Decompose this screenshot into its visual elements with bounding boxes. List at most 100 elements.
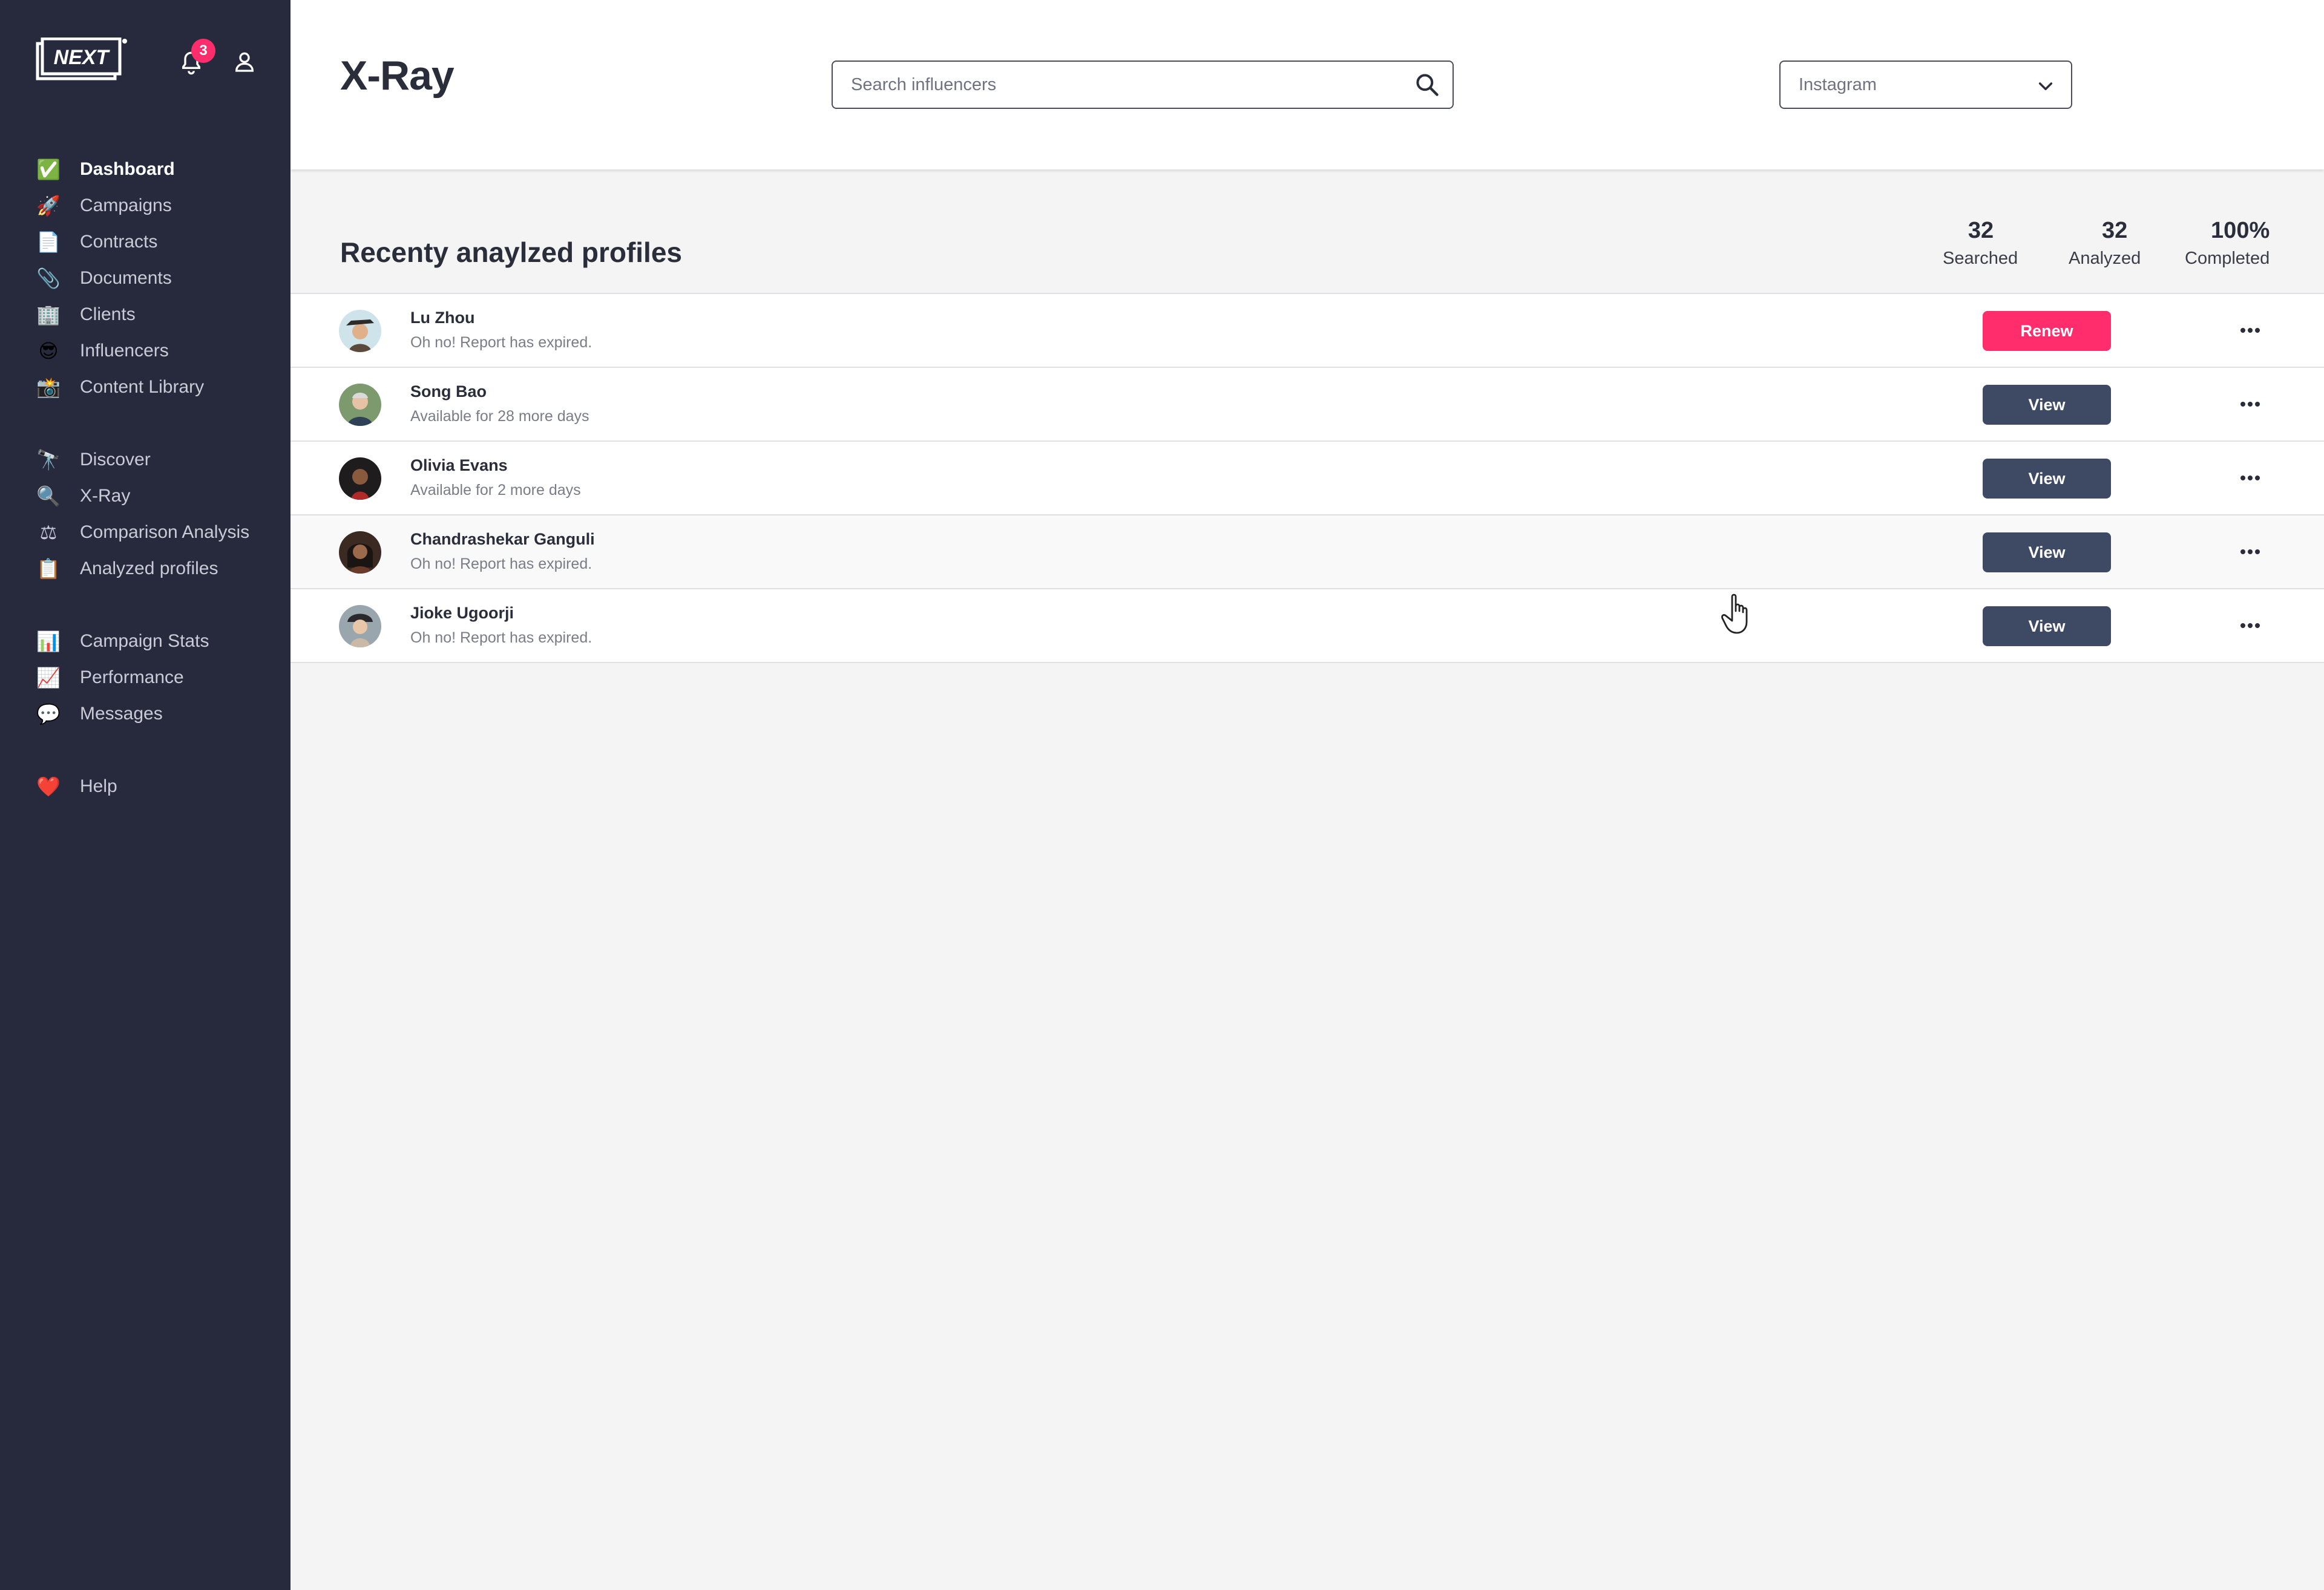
stat-completed: 100% Completed	[2185, 218, 2270, 269]
speech-bubble-icon: 💬	[36, 703, 61, 725]
stat-searched: 32 Searched	[1943, 218, 2018, 269]
magnifier-icon: 🔍	[36, 485, 61, 507]
profile-name: Olivia Evans	[410, 456, 508, 474]
user-icon[interactable]	[232, 50, 257, 74]
check-box-icon: ✅	[36, 159, 61, 180]
sidebar-item-documents[interactable]: 📎 Documents	[36, 260, 172, 296]
stat-label: Analyzed	[2069, 249, 2141, 268]
sidebar-item-dashboard[interactable]: ✅ Dashboard	[36, 151, 175, 188]
section-title: Recenty anaylzed profiles	[340, 237, 682, 268]
more-options-icon[interactable]	[2236, 616, 2265, 635]
view-button[interactable]: View	[1983, 459, 2111, 499]
sidebar-item-label: Analyzed profiles	[80, 558, 218, 578]
table-row[interactable]: Chandrashekar Ganguli Oh no! Report has …	[290, 515, 2324, 589]
trend-chart-icon: 📈	[36, 667, 61, 689]
sidebar-item-x-ray[interactable]: 🔍 X-Ray	[36, 478, 130, 514]
profile-status: Available for 2 more days	[410, 482, 581, 499]
sidebar-item-label: Clients	[80, 304, 136, 324]
sidebar-item-campaigns[interactable]: 🚀 Campaigns	[36, 188, 172, 224]
sidebar-item-label: Messages	[80, 704, 163, 724]
renew-button[interactable]: Renew	[1983, 311, 2111, 351]
sidebar-item-label: Performance	[80, 667, 184, 687]
avatar[interactable]	[339, 531, 381, 574]
telescope-icon: 🔭	[36, 449, 61, 471]
building-icon: 🏢	[36, 304, 61, 326]
logo-text: NEXT	[54, 46, 111, 69]
page-title: X-Ray	[340, 53, 455, 99]
table-row[interactable]: Olivia Evans Available for 2 more days V…	[290, 442, 2324, 515]
search-input[interactable]	[833, 62, 1377, 108]
sidebar-item-campaign-stats[interactable]: 📊 Campaign Stats	[36, 623, 209, 659]
sidebar-item-label: Campaign Stats	[80, 631, 209, 651]
more-options-icon[interactable]	[2236, 394, 2265, 414]
sidebar-item-label: Influencers	[80, 341, 169, 361]
stat-label: Completed	[2185, 249, 2270, 268]
avatar[interactable]	[339, 310, 381, 352]
profile-name: Lu Zhou	[410, 309, 475, 327]
clipboard-icon: 📋	[36, 558, 61, 580]
heart-icon: ❤️	[36, 776, 61, 797]
rocket-icon: 🚀	[36, 195, 61, 217]
sidebar-item-performance[interactable]: 📈 Performance	[36, 659, 184, 696]
profiles-table: Lu Zhou Oh no! Report has expired. Renew…	[290, 293, 2324, 663]
profile-status: Oh no! Report has expired.	[410, 334, 592, 351]
sidebar-item-label: Content Library	[80, 377, 205, 397]
sidebar-item-clients[interactable]: 🏢 Clients	[36, 296, 136, 333]
more-options-icon[interactable]	[2236, 468, 2265, 488]
platform-select[interactable]: Instagram	[1779, 61, 2072, 109]
sidebar-item-label: Contracts	[80, 232, 158, 252]
sidebar-item-analyzed-profiles[interactable]: 📋 Analyzed profiles	[36, 551, 218, 587]
profile-name: Chandrashekar Ganguli	[410, 530, 595, 548]
sidebar-item-label: X-Ray	[80, 486, 131, 506]
avatar[interactable]	[339, 384, 381, 426]
view-button[interactable]: View	[1983, 532, 2111, 572]
profile-name: Jioke Ugoorji	[410, 604, 514, 622]
stat-value: 32	[1968, 218, 1994, 243]
scales-icon: ⚖	[39, 522, 57, 543]
sidebar-item-discover[interactable]: 🔭 Discover	[36, 442, 151, 478]
sidebar-item-label: Discover	[80, 450, 151, 469]
top-header: X-Ray Instagram	[290, 0, 2324, 169]
sidebar-item-contracts[interactable]: 📄 Contracts	[36, 224, 157, 260]
sidebar: NEXT 3 ✅ Dashboard 🚀 Campaigns 📄 Contrac…	[0, 0, 290, 1590]
sidebar-item-label: Dashboard	[80, 159, 175, 179]
sidebar-item-content-library[interactable]: 📸 Content Library	[36, 369, 204, 405]
sidebar-item-label: Campaigns	[80, 195, 172, 215]
avatar[interactable]	[339, 605, 381, 647]
search-box[interactable]	[832, 61, 1454, 109]
sidebar-item-messages[interactable]: 💬 Messages	[36, 696, 163, 732]
view-button[interactable]: View	[1983, 385, 2111, 425]
profile-status: Oh no! Report has expired.	[410, 555, 592, 572]
stat-analyzed: 32 Analyzed	[2069, 218, 2141, 269]
stat-label: Searched	[1943, 249, 2018, 268]
platform-select-value: Instagram	[1799, 75, 1877, 94]
profile-status: Available for 28 more days	[410, 408, 589, 425]
table-row[interactable]: Lu Zhou Oh no! Report has expired. Renew	[290, 294, 2324, 368]
page-icon: 📄	[36, 231, 61, 253]
view-button[interactable]: View	[1983, 606, 2111, 646]
sidebar-item-influencers[interactable]: 😎 Influencers	[36, 333, 169, 369]
stat-value: 100%	[2211, 218, 2270, 243]
table-row[interactable]: Jioke Ugoorji Oh no! Report has expired.…	[290, 589, 2324, 663]
hand-cursor-icon	[1721, 594, 1748, 634]
notification-badge[interactable]: 3	[191, 39, 215, 63]
camera-icon: 📸	[36, 376, 61, 398]
sidebar-item-label: Documents	[80, 268, 172, 288]
paperclip-icon: 📎	[36, 267, 61, 289]
more-options-icon[interactable]	[2236, 321, 2265, 340]
table-row[interactable]: Song Bao Available for 28 more days View	[290, 368, 2324, 442]
sunglasses-icon: 😎	[38, 340, 59, 362]
sidebar-item-help[interactable]: ❤️ Help	[36, 768, 117, 805]
bar-chart-icon: 📊	[36, 630, 61, 652]
stat-value: 32	[2102, 218, 2128, 243]
sidebar-item-comparison-analysis[interactable]: ⚖ Comparison Analysis	[36, 514, 249, 551]
search-icon[interactable]	[1414, 71, 1440, 98]
profile-name: Song Bao	[410, 382, 487, 401]
sidebar-item-label: Help	[80, 776, 117, 796]
avatar[interactable]	[339, 457, 381, 500]
profile-status: Oh no! Report has expired.	[410, 629, 592, 646]
next-logo[interactable]: NEXT	[35, 38, 127, 91]
more-options-icon[interactable]	[2236, 542, 2265, 561]
chevron-down-icon	[2038, 82, 2053, 91]
sidebar-item-label: Comparison Analysis	[80, 522, 250, 542]
